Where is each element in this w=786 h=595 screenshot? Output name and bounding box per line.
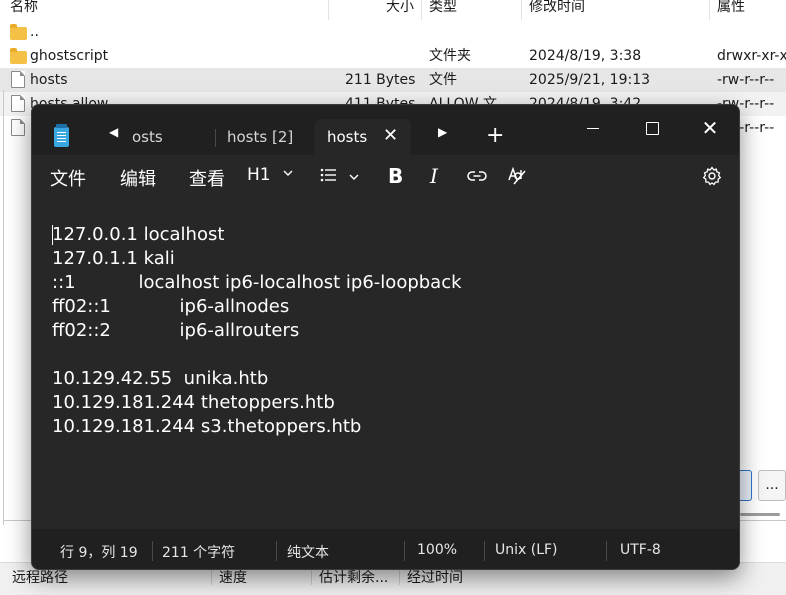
column-header-name[interactable]: 名称 — [10, 0, 38, 19]
column-header-type[interactable]: 类型 — [429, 0, 457, 19]
gear-icon — [702, 166, 722, 186]
file-list-header: 名称 大小 类型 修改时间 属性 — [0, 0, 786, 20]
editor-line: ff02::1 ip6-allnodes — [52, 296, 290, 317]
file-row[interactable]: ghostscript 文件夹 2024/8/19, 3:38 drwxr-xr… — [0, 44, 786, 68]
scroll-tabs-left-icon[interactable]: ◀ — [109, 125, 118, 139]
zoom-level[interactable]: 100% — [417, 542, 457, 558]
editor-line: 10.129.181.244 s3.thetoppers.htb — [52, 416, 362, 437]
file-type: 文件 — [429, 72, 457, 88]
list-dropdown[interactable] — [319, 165, 341, 187]
bold-button[interactable]: B — [388, 164, 403, 188]
editor-line: 10.129.181.244 thetoppers.htb — [52, 392, 335, 413]
status-divider — [404, 541, 405, 561]
file-attributes: -rw-r--r-- — [717, 72, 775, 88]
file-modified: 2025/9/21, 19:13 — [529, 72, 651, 88]
file-attributes: drwxr-xr-x — [717, 48, 786, 64]
menu-edit[interactable]: 编辑 — [120, 165, 156, 191]
tab-hosts-2[interactable]: hosts [2] — [215, 119, 315, 155]
menu-view[interactable]: 查看 — [189, 165, 225, 191]
file-name: hosts — [30, 72, 68, 88]
path-input-edge[interactable] — [739, 470, 752, 501]
close-window-button[interactable]: ✕ — [687, 113, 733, 145]
status-remote-path[interactable]: 远程路径 — [12, 567, 68, 587]
maximize-button[interactable] — [628, 113, 674, 145]
column-header-attributes[interactable]: 属性 — [717, 0, 745, 19]
status-remaining[interactable]: 估计剩余... — [319, 567, 388, 587]
editor-line: 10.129.42.55 unika.htb — [52, 368, 269, 389]
tab-osts[interactable]: osts — [120, 119, 210, 155]
file-icon — [11, 71, 25, 88]
tab-label: hosts — [327, 128, 368, 146]
close-tab-icon[interactable]: ✕ — [383, 127, 398, 145]
minimize-button[interactable] — [570, 113, 616, 145]
editor-line: ::1 localhost ip6-localhost ip6-loopback — [52, 272, 462, 293]
spellcheck-button[interactable] — [506, 165, 528, 187]
notepad-app-icon — [54, 124, 69, 147]
cursor-position[interactable]: 行 9，列 19 — [60, 542, 138, 562]
file-name: ghostscript — [30, 48, 109, 64]
file-size: 211 Bytes — [345, 72, 416, 88]
editor-line: 127.0.1.1 kali — [52, 248, 175, 269]
file-row[interactable]: hosts 211 Bytes 文件 2025/9/21, 19:13 -rw-… — [0, 68, 786, 92]
menu-toolbar: 文件 编辑 查看 H1 B I — [32, 155, 739, 199]
panel-border — [3, 90, 4, 525]
new-tab-icon[interactable]: + — [486, 125, 504, 147]
status-speed[interactable]: 速度 — [219, 567, 247, 587]
file-modified: 2024/8/19, 3:38 — [529, 48, 642, 64]
chevron-down-icon — [283, 170, 293, 176]
link-button[interactable] — [466, 165, 488, 187]
italic-button[interactable]: I — [430, 164, 438, 188]
file-name: .. — [30, 24, 39, 40]
column-header-modified[interactable]: 修改时间 — [529, 0, 585, 19]
browse-more-button[interactable]: ... — [758, 470, 786, 501]
column-divider — [709, 0, 710, 20]
line-ending[interactable]: Unix (LF) — [495, 542, 558, 558]
file-type: 文件夹 — [429, 48, 471, 64]
status-bar: 行 9，列 19 211 个字符 纯文本 100% Unix (LF) UTF-… — [32, 529, 739, 569]
spellcheck-icon — [508, 166, 526, 185]
file-row[interactable]: .. — [0, 20, 786, 44]
folder-icon — [10, 24, 27, 40]
encoding[interactable]: UTF-8 — [620, 542, 661, 558]
editor-line: ff02::2 ip6-allrouters — [52, 320, 300, 341]
heading-dropdown[interactable]: H1 — [247, 165, 294, 185]
tab-label: hosts [2] — [227, 128, 294, 146]
text-format[interactable]: 纯文本 — [287, 542, 329, 562]
tab-label: osts — [132, 128, 163, 146]
status-divider — [276, 541, 277, 561]
file-icon — [11, 119, 25, 136]
link-icon — [467, 171, 487, 181]
folder-icon — [10, 48, 27, 64]
status-divider — [152, 541, 153, 561]
status-elapsed[interactable]: 经过时间 — [407, 567, 463, 587]
column-header-size[interactable]: 大小 — [386, 0, 414, 19]
status-divider — [484, 541, 485, 561]
settings-button[interactable] — [701, 165, 723, 187]
list-icon — [320, 168, 336, 182]
menu-file[interactable]: 文件 — [50, 165, 86, 191]
column-divider — [421, 0, 422, 20]
text-editor[interactable]: 127.0.0.1 localhost 127.0.1.1 kali ::1 l… — [32, 199, 739, 529]
column-divider — [328, 0, 329, 20]
column-divider — [521, 0, 522, 20]
horizontal-scrollbar[interactable] — [740, 513, 780, 516]
chevron-down-icon[interactable] — [348, 172, 360, 182]
editor-line: 127.0.0.1 localhost — [52, 224, 225, 245]
heading-label: H1 — [247, 165, 271, 185]
file-icon — [11, 95, 25, 112]
scroll-tabs-right-icon[interactable]: ▶ — [438, 125, 447, 139]
notepad-window: ◀ osts hosts [2] hosts ✕ ▶ + ✕ 文件 编辑 查看 … — [31, 104, 740, 570]
status-divider — [606, 541, 607, 561]
title-bar[interactable]: ◀ osts hosts [2] hosts ✕ ▶ + ✕ — [32, 105, 739, 155]
character-count: 211 个字符 — [162, 545, 236, 561]
